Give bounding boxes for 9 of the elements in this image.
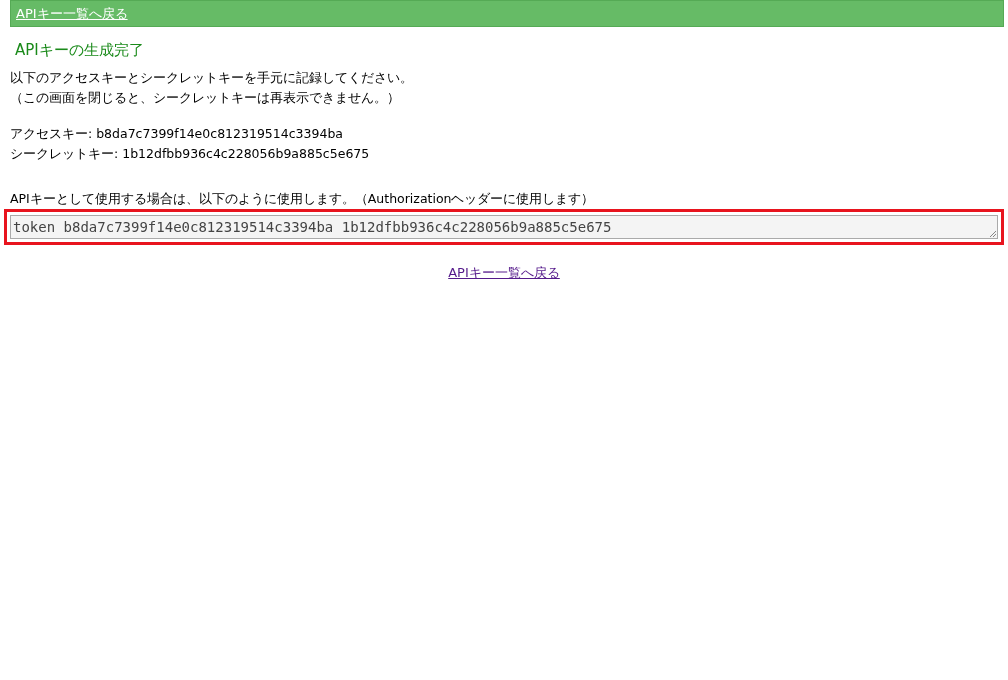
key-text: アクセスキー: b8da7c7399f14e0c812319514c3394ba bbox=[10, 124, 344, 143]
token-field[interactable]: token b8da7c7399f14e0c812319514c3394ba 1b12dfbb936c4c228056b9a885c5e675 bbox=[10, 215, 998, 240]
key-text: シークレットキー: 1b12dfbb936c4c228056b9a885c5e675 bbox=[10, 144, 371, 163]
usage-note: APIキーとして使用する場合は、以下のように使用します。（Authorizationヘッダーに使用します） bbox=[10, 189, 596, 208]
instruction-text: 以下のアクセスキーとシークレットキーを手元に記録してください。 bbox=[10, 68, 414, 87]
instruction-text: （この画面を閉じると、シークレットキーは再表示できません。） bbox=[10, 88, 401, 107]
resize-handle-icon[interactable] bbox=[989, 230, 997, 239]
back-link[interactable]: APIキー一覧へ戻る bbox=[448, 263, 560, 283]
page-title: APIキーの生成完了 bbox=[15, 40, 145, 61]
